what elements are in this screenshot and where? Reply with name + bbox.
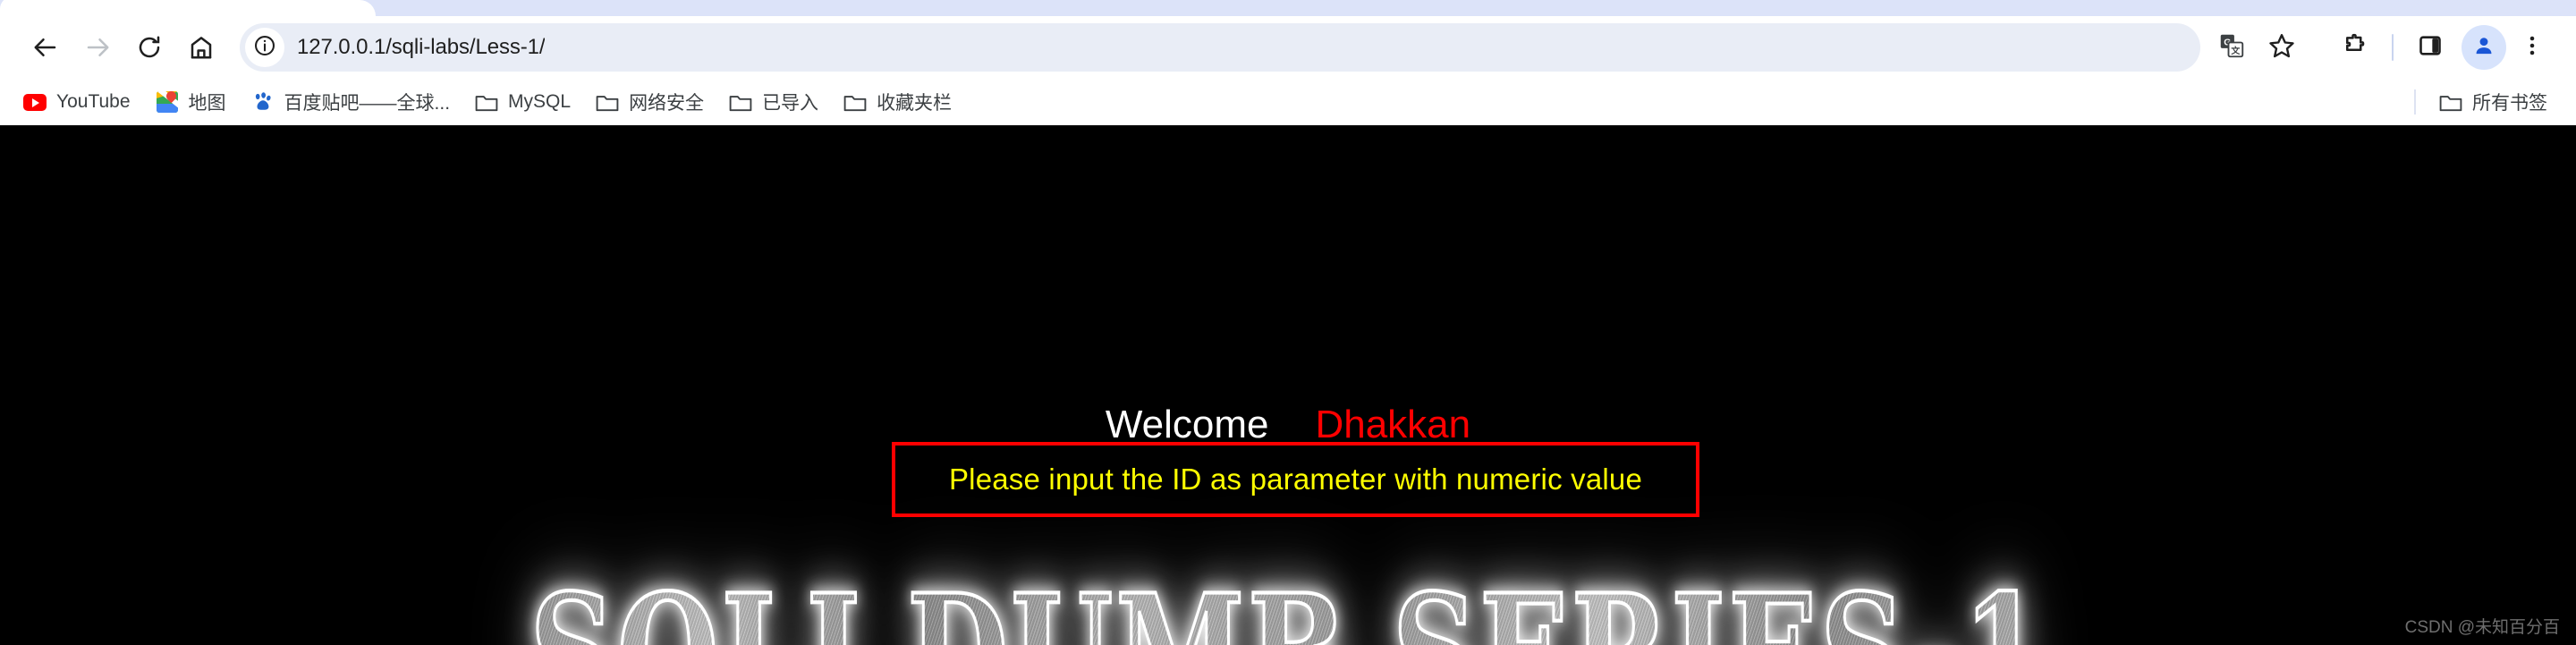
folder-icon xyxy=(596,90,619,114)
translate-icon: G 文 xyxy=(2219,33,2244,63)
folder-icon xyxy=(843,90,867,114)
arrow-right-icon xyxy=(84,34,111,61)
google-maps-icon xyxy=(156,90,179,114)
bookmarks-bar: YouTube 地图 百度贴吧——全球... MySQL 网络安全 已导入 收藏… xyxy=(0,79,2576,125)
bookmark-folder-mysql[interactable]: MySQL xyxy=(466,84,580,120)
profile-button[interactable] xyxy=(2462,25,2506,70)
puzzle-piece-icon xyxy=(2342,32,2368,64)
forward-button xyxy=(72,21,123,73)
bookmark-label: 地图 xyxy=(188,93,226,114)
bookmark-label: 已导入 xyxy=(762,93,819,114)
svg-text:文: 文 xyxy=(2231,44,2240,55)
bookmark-label: YouTube xyxy=(56,91,131,112)
bookmark-star-button[interactable] xyxy=(2258,23,2306,72)
back-button[interactable] xyxy=(20,21,72,73)
home-icon xyxy=(188,34,215,61)
browser-window: 127.0.0.1/sqli-labs/Less-1/ G 文 YouTube … xyxy=(0,0,2576,645)
info-circle-icon xyxy=(253,34,276,62)
star-outline-icon xyxy=(2268,32,2295,64)
active-tab[interactable] xyxy=(0,0,376,16)
translate-button[interactable]: G 文 xyxy=(2207,23,2256,72)
side-panel-icon xyxy=(2418,33,2443,63)
bookmark-youtube[interactable]: YouTube xyxy=(14,84,140,120)
person-avatar-icon xyxy=(2472,34,2496,62)
youtube-icon xyxy=(23,90,47,114)
folder-icon xyxy=(729,90,752,114)
folder-icon xyxy=(2439,90,2462,114)
sqli-logo-text: SQLI DUMB SERIES-1 xyxy=(529,558,2046,645)
reload-button[interactable] xyxy=(123,21,175,73)
toolbar-right-cluster: G 文 xyxy=(2207,23,2556,72)
toolbar-divider xyxy=(2392,34,2394,61)
reload-icon xyxy=(136,34,163,61)
bookmark-label: 网络安全 xyxy=(629,93,705,114)
all-bookmarks-button[interactable]: 所有书签 xyxy=(2430,84,2556,120)
side-panel-button[interactable] xyxy=(2406,23,2454,72)
alert-box: Please input the ID as parameter with nu… xyxy=(892,442,1699,517)
page-heading: Welcome Dhakkan xyxy=(0,403,2576,447)
bookmark-maps[interactable]: 地图 xyxy=(147,84,235,120)
tab-left-curve xyxy=(0,0,20,16)
baidu-tieba-icon xyxy=(251,90,275,114)
bookmark-folder-bookmarks-bar[interactable]: 收藏夹栏 xyxy=(835,84,961,120)
page-content: Welcome Dhakkan Please input the ID as pa… xyxy=(0,125,2576,645)
welcome-text: Welcome xyxy=(1105,403,1269,446)
folder-icon xyxy=(475,90,498,114)
bookmark-folder-imported[interactable]: 已导入 xyxy=(720,84,827,120)
address-bar[interactable]: 127.0.0.1/sqli-labs/Less-1/ xyxy=(240,23,2200,72)
alert-message: Please input the ID as parameter with nu… xyxy=(948,463,1643,496)
csdn-watermark: CSDN @未知百分百 xyxy=(2404,618,2560,637)
bookmark-label: MySQL xyxy=(508,91,572,112)
bookmark-label: 百度贴吧——全球... xyxy=(284,93,451,114)
sqli-logo: SQLI DUMB SERIES-1 xyxy=(0,558,2576,645)
chrome-menu-button[interactable] xyxy=(2508,23,2556,72)
bookmark-label: 收藏夹栏 xyxy=(877,93,953,114)
tab-strip xyxy=(0,0,2576,16)
url-text[interactable]: 127.0.0.1/sqli-labs/Less-1/ xyxy=(297,35,545,60)
arrow-left-icon xyxy=(32,34,59,61)
browser-toolbar: 127.0.0.1/sqli-labs/Less-1/ G 文 xyxy=(0,16,2576,79)
dhakkan-text: Dhakkan xyxy=(1315,403,1471,446)
home-button[interactable] xyxy=(175,21,227,73)
three-dot-menu-icon xyxy=(2521,34,2544,62)
bookmark-folder-network-security[interactable]: 网络安全 xyxy=(587,84,713,120)
bookmarks-divider xyxy=(2414,89,2416,115)
extensions-button[interactable] xyxy=(2331,23,2379,72)
bookmark-baidu-tieba[interactable]: 百度贴吧——全球... xyxy=(242,84,460,120)
bookmarks-bar-right: 所有书签 xyxy=(2414,84,2556,120)
all-bookmarks-label: 所有书签 xyxy=(2472,93,2547,114)
site-info-button[interactable] xyxy=(245,28,284,67)
